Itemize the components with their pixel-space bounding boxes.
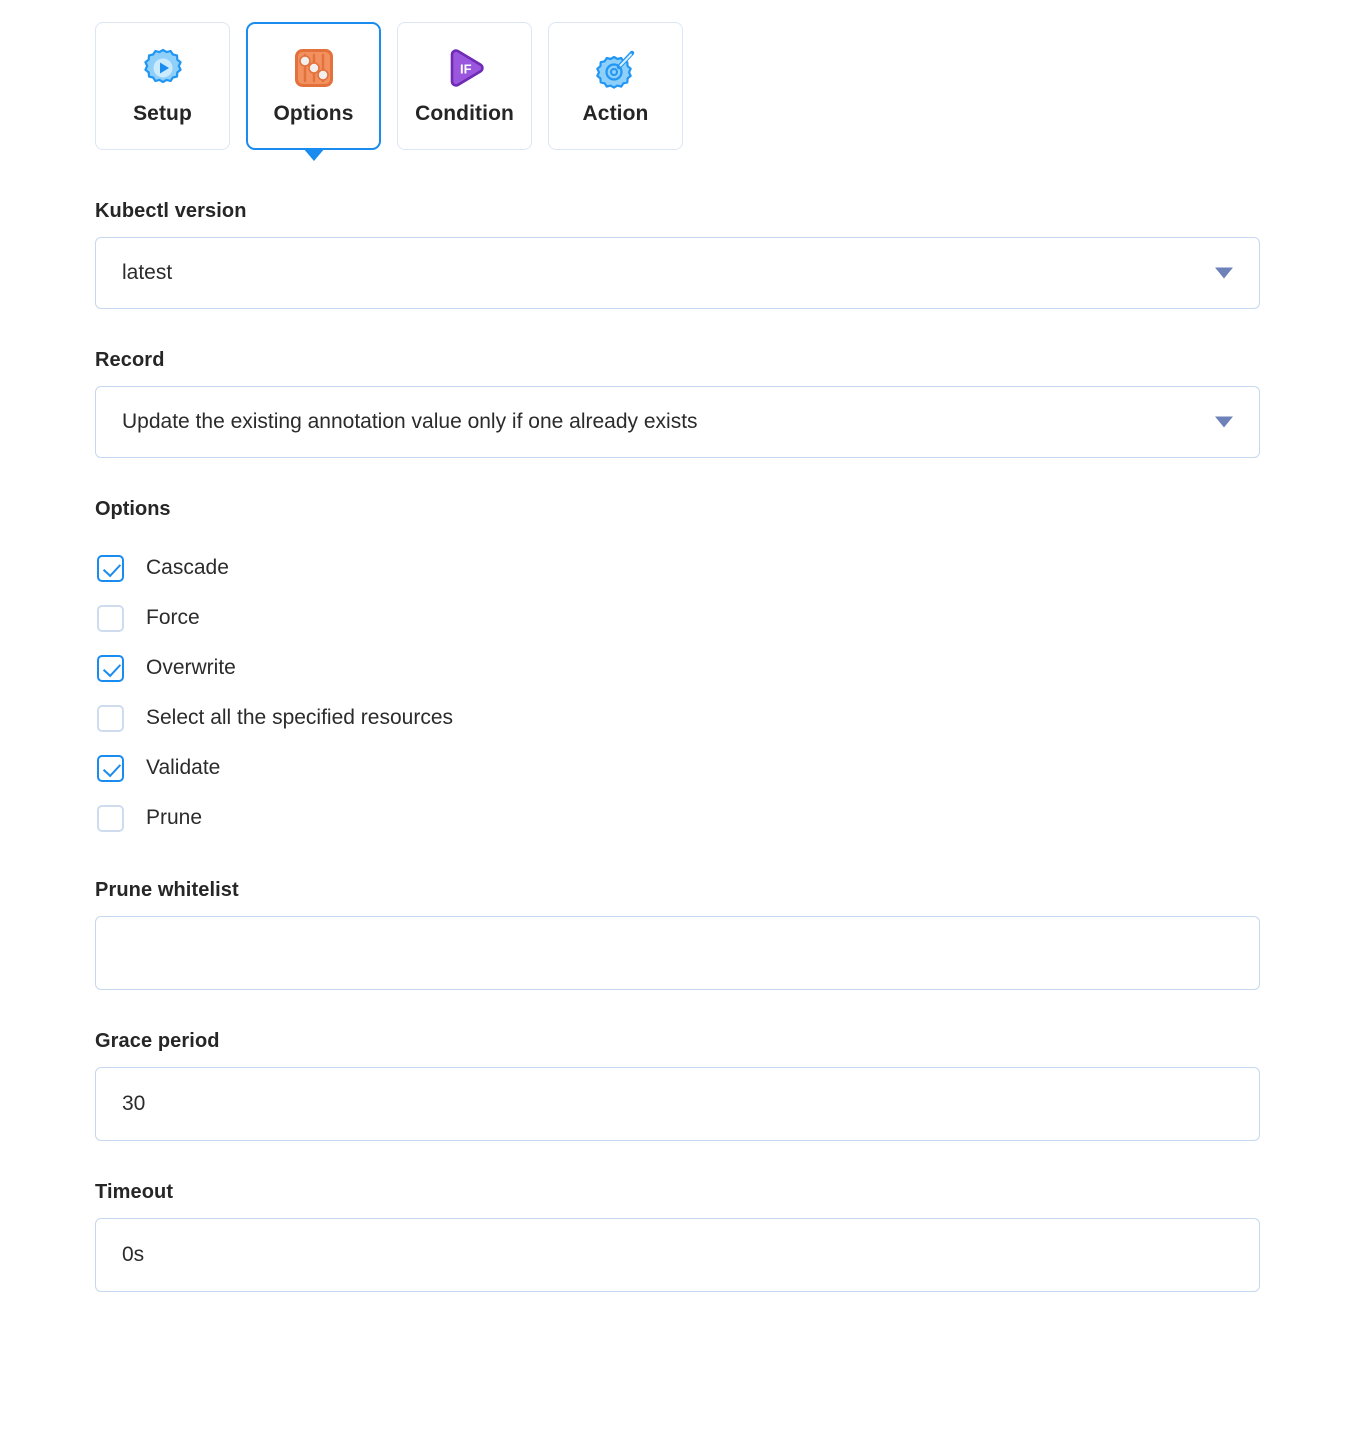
- checkbox-row-validate[interactable]: Validate: [95, 743, 1165, 793]
- record-select[interactable]: Update the existing annotation value onl…: [95, 386, 1260, 458]
- kubectl-version-select[interactable]: latest: [95, 237, 1260, 309]
- tab-label: Options: [273, 102, 354, 125]
- timeout-value: 0s: [122, 1243, 145, 1266]
- tab-condition[interactable]: IF Condition: [397, 22, 532, 150]
- checkbox-force[interactable]: [97, 604, 124, 632]
- tab-label: Setup: [133, 102, 192, 125]
- field-prune-whitelist: Prune whitelist: [95, 879, 1260, 990]
- if-play-icon: IF: [443, 46, 487, 90]
- sliders-icon: [292, 46, 336, 90]
- checkbox-select-all[interactable]: [97, 704, 124, 732]
- checkbox-row-select-all[interactable]: Select all the specified resources: [95, 693, 1165, 743]
- checkbox-row-force[interactable]: Force: [95, 593, 1165, 643]
- wizard-tab-strip: Setup Options IF Condition Action: [0, 0, 1352, 150]
- record-label: Record: [95, 349, 165, 371]
- gear-wand-icon: [594, 46, 638, 90]
- options-group-label: Options: [95, 498, 171, 520]
- grace-period-value: 30: [122, 1092, 146, 1115]
- kubectl-version-value: latest: [122, 261, 173, 284]
- tab-action[interactable]: Action: [548, 22, 683, 150]
- checkbox-label: Prune: [146, 806, 203, 829]
- grace-period-label: Grace period: [95, 1030, 220, 1052]
- checkbox-label: Cascade: [146, 556, 229, 579]
- prune-whitelist-input[interactable]: [95, 916, 1260, 990]
- prune-whitelist-label: Prune whitelist: [95, 879, 239, 901]
- tab-setup[interactable]: Setup: [95, 22, 230, 150]
- checkbox-label: Force: [146, 606, 200, 629]
- checkbox-overwrite[interactable]: [97, 654, 124, 682]
- timeout-label: Timeout: [95, 1181, 174, 1203]
- checkbox-cascade[interactable]: [97, 554, 124, 582]
- checkbox-row-cascade[interactable]: Cascade: [95, 543, 1165, 593]
- checkbox-label: Select all the specified resources: [146, 706, 453, 729]
- checkbox-row-overwrite[interactable]: Overwrite: [95, 643, 1165, 693]
- checkbox-label: Overwrite: [146, 656, 236, 679]
- options-form: Kubectl version latest Record Update the…: [0, 150, 1260, 1292]
- field-grace-period: Grace period 30: [95, 1030, 1260, 1141]
- checkbox-validate[interactable]: [97, 754, 124, 782]
- checkbox-label: Validate: [146, 756, 221, 779]
- gear-play-icon: [141, 46, 185, 90]
- checkbox-prune[interactable]: [97, 804, 124, 832]
- record-value: Update the existing annotation value onl…: [122, 410, 698, 433]
- field-kubectl-version: Kubectl version latest: [95, 200, 1260, 309]
- chevron-down-icon[interactable]: [1215, 416, 1233, 428]
- kubectl-version-label: Kubectl version: [95, 200, 247, 222]
- field-options-group: Options Cascade Force Overwrite Select a…: [95, 498, 1165, 843]
- checkbox-row-prune[interactable]: Prune: [95, 793, 1165, 843]
- svg-text:IF: IF: [460, 62, 472, 77]
- tab-label: Condition: [415, 102, 514, 125]
- chevron-down-icon[interactable]: [1215, 267, 1233, 279]
- tab-options[interactable]: Options: [246, 22, 381, 150]
- field-record: Record Update the existing annotation va…: [95, 349, 1260, 458]
- grace-period-input[interactable]: 30: [95, 1067, 1260, 1141]
- timeout-input[interactable]: 0s: [95, 1218, 1260, 1292]
- field-timeout: Timeout 0s: [95, 1181, 1260, 1292]
- tab-label: Action: [582, 102, 649, 125]
